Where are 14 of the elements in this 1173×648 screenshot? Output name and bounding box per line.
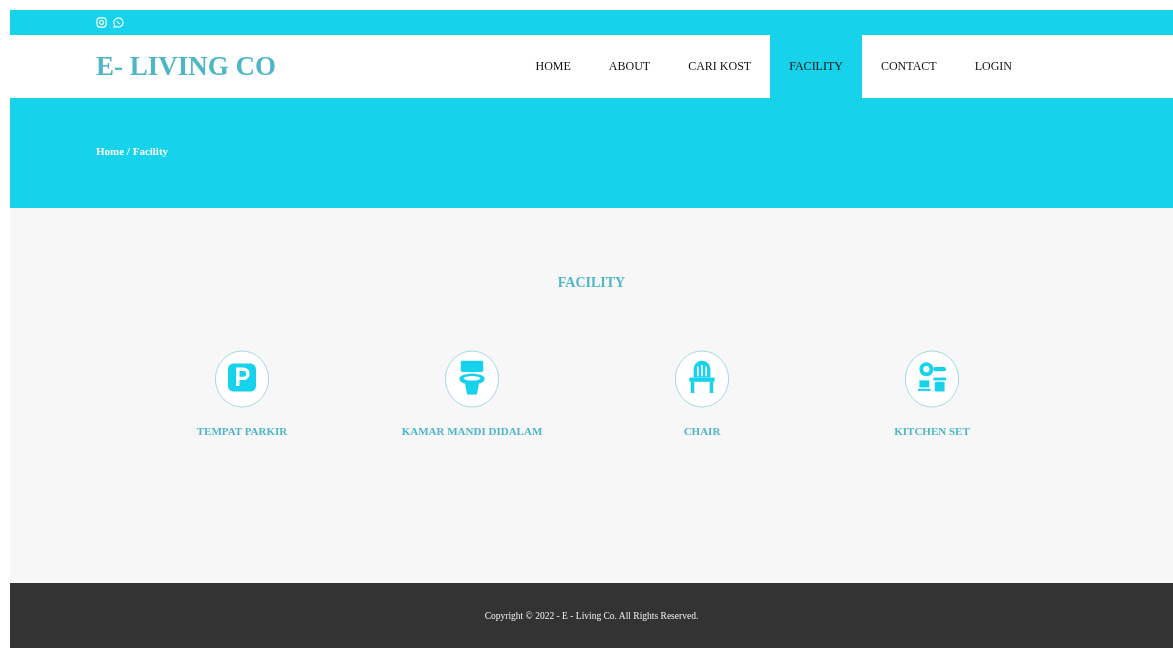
facility-label: KAMAR MANDI DIDALAM <box>401 425 543 437</box>
whatsapp-icon[interactable] <box>113 17 124 28</box>
toilet-icon <box>444 349 500 409</box>
facility-label: TEMPAT PARKIR <box>196 425 288 437</box>
facility-label: KITCHEN SET <box>894 425 970 437</box>
instagram-icon[interactable] <box>96 17 107 28</box>
facility-label: CHAIR <box>683 425 721 437</box>
kitchen-icon <box>904 349 960 409</box>
parking-icon <box>214 349 270 409</box>
breadcrumb: Home / Facility <box>96 145 169 157</box>
copyright-text: Copyright © 2022 - E - Living Co. All Rights Reserved. <box>484 610 699 621</box>
chair-icon <box>674 349 730 409</box>
nav-link[interactable]: FACILITY <box>770 35 862 98</box>
section-title: FACILITY <box>557 275 626 291</box>
